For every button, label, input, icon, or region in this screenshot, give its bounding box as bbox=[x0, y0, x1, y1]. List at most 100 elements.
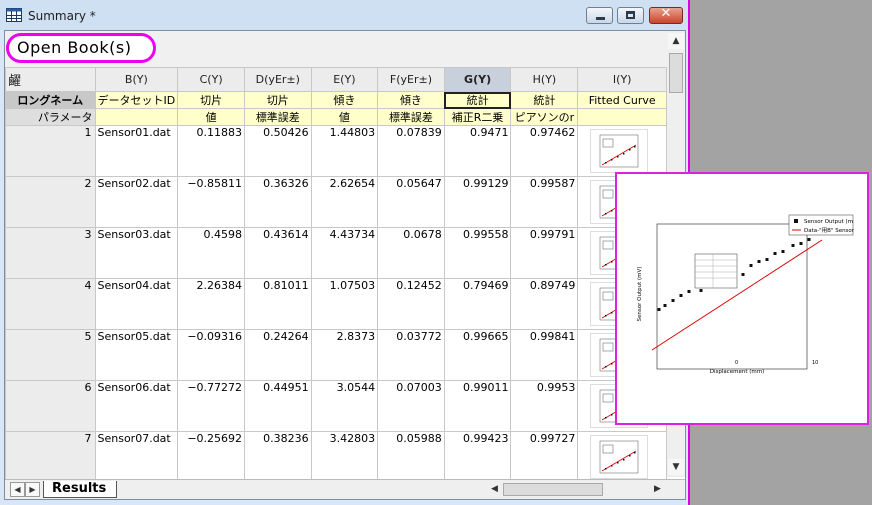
row-number[interactable]: 5 bbox=[5, 329, 96, 381]
row-number[interactable]: 3 bbox=[5, 227, 96, 279]
value-cell[interactable]: 0.99129 bbox=[443, 176, 512, 228]
value-cell[interactable]: −0.09316 bbox=[177, 329, 246, 381]
dataset-id-cell[interactable]: Sensor03.dat bbox=[94, 227, 179, 279]
value-cell[interactable]: −0.25692 bbox=[177, 431, 246, 483]
value-cell[interactable]: 0.07003 bbox=[377, 380, 445, 432]
value-cell[interactable]: 0.11883 bbox=[177, 125, 246, 177]
horizontal-scroll-thumb[interactable] bbox=[503, 483, 603, 496]
table-row[interactable]: 4 Sensor04.dat 2.26384 0.81011 1.07503 0.1245… bbox=[5, 278, 667, 330]
column-header-c[interactable]: C(Y) bbox=[177, 67, 246, 92]
value-cell[interactable]: 0.05647 bbox=[377, 176, 445, 228]
value-cell[interactable]: 0.38236 bbox=[244, 431, 312, 483]
long-name-cell-selected[interactable]: 統計 bbox=[443, 91, 512, 109]
value-cell[interactable]: 0.24264 bbox=[244, 329, 312, 381]
tab-prev-icon[interactable]: ◀ bbox=[10, 482, 25, 497]
value-cell[interactable]: 0.99558 bbox=[443, 227, 512, 279]
open-books-button[interactable]: Open Book(s) bbox=[6, 33, 156, 63]
close-button[interactable]: ✕ bbox=[649, 6, 683, 24]
parameter-label[interactable]: パラメータ bbox=[5, 108, 96, 126]
fitted-curve-cell[interactable] bbox=[577, 431, 667, 483]
table-row[interactable]: 6 Sensor06.dat −0.77272 0.44951 3.0544 0.0700… bbox=[5, 380, 667, 432]
scroll-right-icon[interactable]: ▶ bbox=[650, 482, 665, 497]
value-cell[interactable]: 0.50426 bbox=[244, 125, 312, 177]
column-header-i[interactable]: I(Y) bbox=[577, 67, 667, 92]
corner-cell[interactable]: 䴞 bbox=[5, 67, 96, 92]
parameter-cell[interactable]: 値 bbox=[310, 108, 379, 126]
dataset-id-cell[interactable]: Sensor05.dat bbox=[94, 329, 179, 381]
table-row[interactable]: 3 Sensor03.dat 0.4598 0.43614 4.43734 0.0678 0… bbox=[5, 227, 667, 279]
long-name-cell[interactable]: 傾き bbox=[310, 91, 379, 109]
parameter-cell[interactable]: ピアソンのr bbox=[510, 108, 579, 126]
long-name-cell[interactable]: 切片 bbox=[177, 91, 246, 109]
minimize-button[interactable] bbox=[586, 7, 613, 24]
value-cell[interactable]: 0.07839 bbox=[377, 125, 445, 177]
value-cell[interactable]: 0.0678 bbox=[377, 227, 445, 279]
long-name-cell[interactable]: 統計 bbox=[510, 91, 579, 109]
row-number[interactable]: 1 bbox=[5, 125, 96, 177]
dataset-id-cell[interactable]: Sensor07.dat bbox=[94, 431, 179, 483]
scroll-down-icon[interactable]: ▼ bbox=[668, 459, 684, 475]
column-header-g[interactable]: G(Y) bbox=[443, 67, 512, 92]
value-cell[interactable]: 0.36326 bbox=[244, 176, 312, 228]
scroll-up-icon[interactable]: ▲ bbox=[668, 33, 684, 49]
fitted-curve-cell[interactable] bbox=[577, 125, 667, 177]
value-cell[interactable]: 0.79469 bbox=[443, 278, 512, 330]
parameter-cell[interactable] bbox=[94, 108, 179, 126]
value-cell[interactable]: −0.85811 bbox=[177, 176, 246, 228]
column-header-d[interactable]: D(yEr±) bbox=[244, 67, 312, 92]
row-number[interactable]: 6 bbox=[5, 380, 96, 432]
value-cell[interactable]: 0.44951 bbox=[244, 380, 312, 432]
long-name-label[interactable]: ロングネーム bbox=[5, 91, 96, 109]
maximize-button[interactable] bbox=[617, 7, 644, 24]
dataset-id-cell[interactable]: Sensor06.dat bbox=[94, 380, 179, 432]
value-cell[interactable]: 0.99791 bbox=[510, 227, 579, 279]
value-cell[interactable]: 0.99587 bbox=[510, 176, 579, 228]
value-cell[interactable]: 2.8373 bbox=[310, 329, 379, 381]
column-header-h[interactable]: H(Y) bbox=[510, 67, 579, 92]
long-name-cell[interactable]: 切片 bbox=[244, 91, 312, 109]
fitted-curve-thumbnail[interactable] bbox=[590, 435, 649, 479]
row-number[interactable]: 7 bbox=[5, 431, 96, 483]
value-cell[interactable]: 0.9471 bbox=[443, 125, 512, 177]
parameter-cell[interactable]: 標準誤差 bbox=[244, 108, 312, 126]
long-name-cell[interactable]: Fitted Curve bbox=[577, 91, 667, 109]
value-cell[interactable]: 0.89749 bbox=[510, 278, 579, 330]
value-cell[interactable]: 0.4598 bbox=[177, 227, 246, 279]
row-number[interactable]: 4 bbox=[5, 278, 96, 330]
value-cell[interactable]: 0.03772 bbox=[377, 329, 445, 381]
row-number[interactable]: 2 bbox=[5, 176, 96, 228]
value-cell[interactable]: 0.99423 bbox=[443, 431, 512, 483]
value-cell[interactable]: 2.26384 bbox=[177, 278, 246, 330]
value-cell[interactable]: 0.99841 bbox=[510, 329, 579, 381]
dataset-id-cell[interactable]: Sensor02.dat bbox=[94, 176, 179, 228]
value-cell[interactable]: 0.99727 bbox=[510, 431, 579, 483]
dataset-id-cell[interactable]: Sensor04.dat bbox=[94, 278, 179, 330]
parameter-cell[interactable]: 補正R二乗 bbox=[443, 108, 512, 126]
value-cell[interactable]: −0.77272 bbox=[177, 380, 246, 432]
value-cell[interactable]: 0.43614 bbox=[244, 227, 312, 279]
parameter-cell[interactable] bbox=[577, 108, 667, 126]
value-cell[interactable]: 1.07503 bbox=[310, 278, 379, 330]
column-header-f[interactable]: F(yEr±) bbox=[377, 67, 445, 92]
value-cell[interactable]: 0.12452 bbox=[377, 278, 445, 330]
value-cell[interactable]: 0.05988 bbox=[377, 431, 445, 483]
vertical-scroll-thumb[interactable] bbox=[669, 53, 683, 93]
value-cell[interactable]: 3.0544 bbox=[310, 380, 379, 432]
dataset-id-cell[interactable]: Sensor01.dat bbox=[94, 125, 179, 177]
table-row[interactable]: 7 Sensor07.dat −0.25692 0.38236 3.42803 0.059… bbox=[5, 431, 667, 483]
value-cell[interactable]: 0.81011 bbox=[244, 278, 312, 330]
column-header-e[interactable]: E(Y) bbox=[310, 67, 379, 92]
table-row[interactable]: 1 Sensor01.dat 0.11883 0.50426 1.44803 0.0783… bbox=[5, 125, 667, 177]
column-header-b[interactable]: B(Y) bbox=[94, 67, 179, 92]
value-cell[interactable]: 0.99011 bbox=[443, 380, 512, 432]
fitted-curve-thumbnail[interactable] bbox=[590, 129, 649, 173]
value-cell[interactable]: 1.44803 bbox=[310, 125, 379, 177]
long-name-cell[interactable]: 傾き bbox=[377, 91, 445, 109]
value-cell[interactable]: 4.43734 bbox=[310, 227, 379, 279]
value-cell[interactable]: 0.97462 bbox=[510, 125, 579, 177]
title-bar[interactable]: Summary * ✕ bbox=[0, 0, 688, 30]
table-row[interactable]: 2 Sensor02.dat −0.85811 0.36326 2.62654 0.056… bbox=[5, 176, 667, 228]
value-cell[interactable]: 3.42803 bbox=[310, 431, 379, 483]
value-cell[interactable]: 2.62654 bbox=[310, 176, 379, 228]
tab-results[interactable]: Results bbox=[43, 481, 117, 498]
